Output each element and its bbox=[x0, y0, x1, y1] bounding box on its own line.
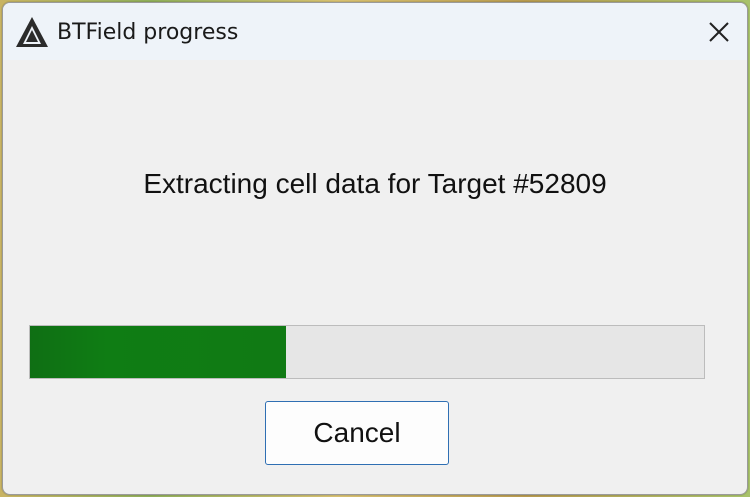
status-message: Extracting cell data for Target #52809 bbox=[143, 168, 607, 199]
progress-bar-fill bbox=[30, 326, 287, 378]
btfield-logo-icon bbox=[15, 16, 49, 48]
progress-bar bbox=[29, 325, 705, 379]
progress-dialog: BTField progress Extracting cell data fo… bbox=[2, 2, 748, 495]
cancel-button[interactable]: Cancel bbox=[265, 401, 449, 465]
window-title: BTField progress bbox=[57, 20, 239, 45]
close-icon[interactable] bbox=[705, 18, 733, 46]
title-bar: BTField progress bbox=[3, 3, 747, 60]
